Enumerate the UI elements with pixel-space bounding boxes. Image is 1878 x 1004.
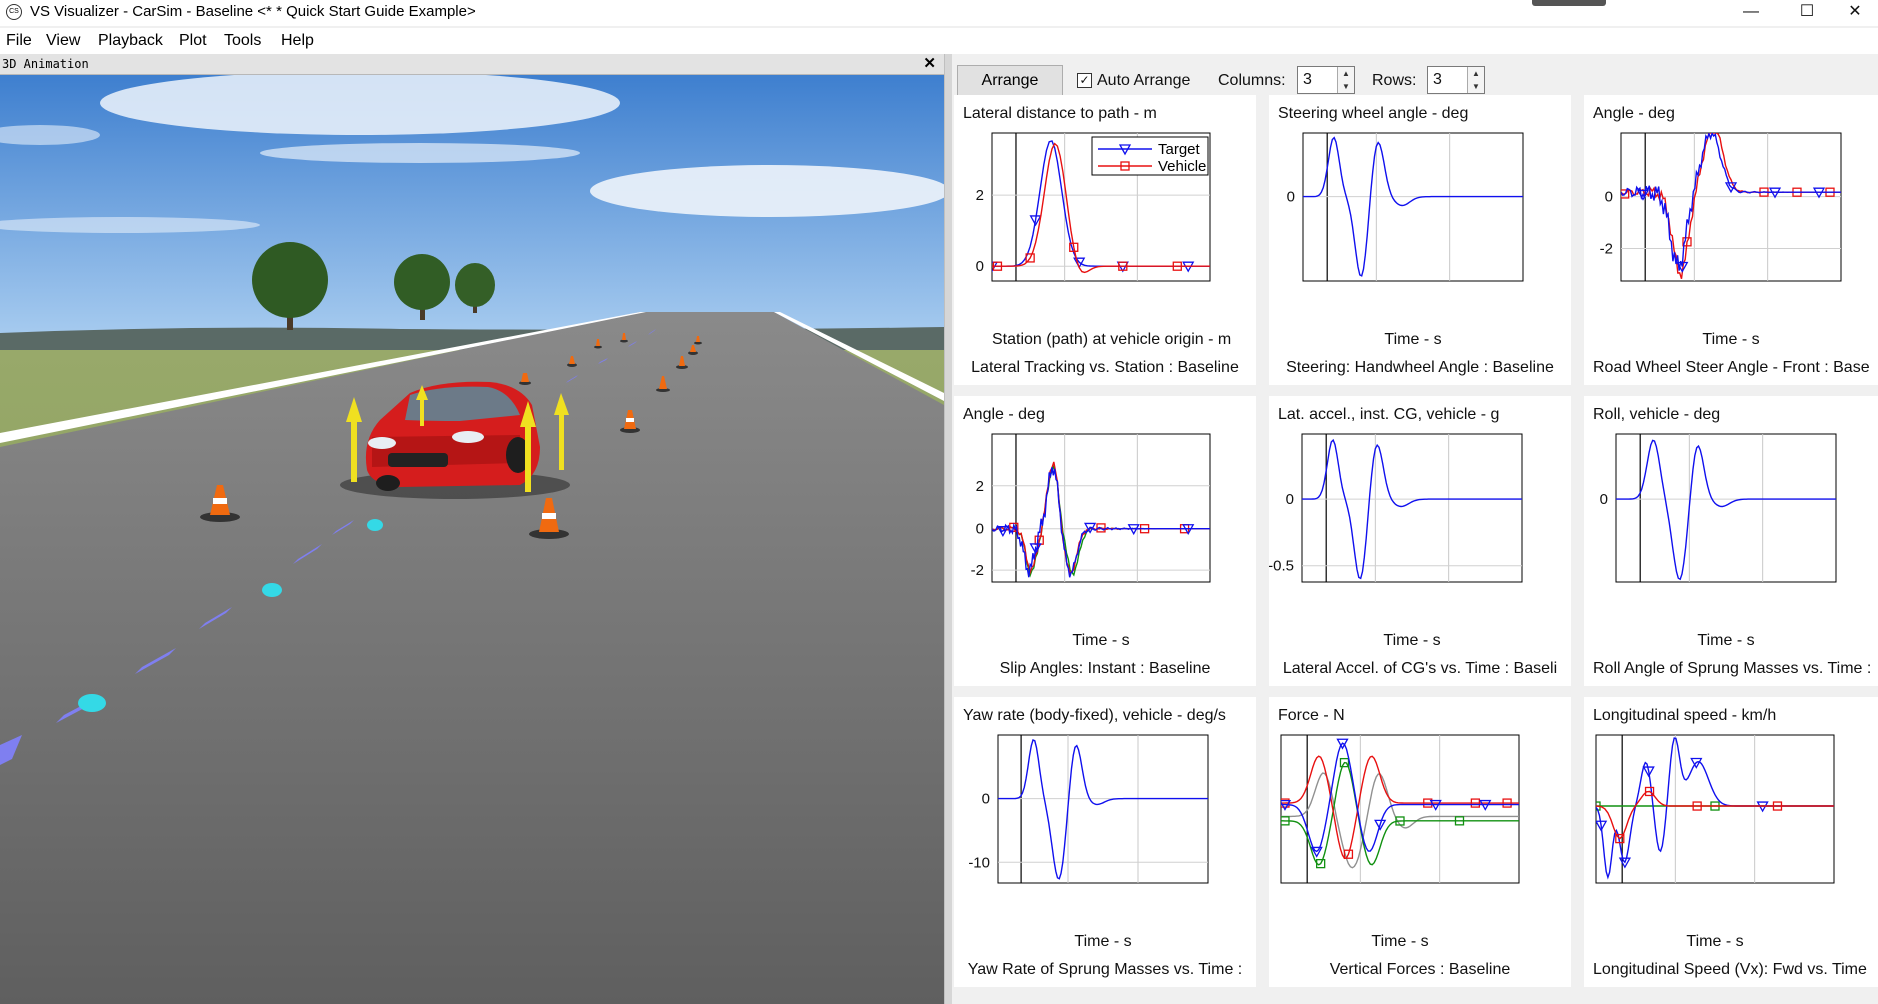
plot-frame (1302, 132, 1524, 282)
columns-down-icon[interactable]: ▼ (1337, 80, 1354, 93)
plot-panel[interactable]: Yaw rate (body-fixed), vehicle - deg/s Ti… (954, 697, 1256, 987)
rows-spinner[interactable]: 3 ▲ ▼ (1427, 66, 1485, 94)
plot-area: 0 -10 (968, 734, 1209, 884)
plot-frame (1595, 734, 1835, 884)
plot-x-axis-label: Time - s (1072, 632, 1130, 649)
y-tick-label: 0 (1600, 491, 1608, 508)
y-tick-label: -0.5 (1269, 558, 1294, 575)
plot-area: 2 0 TargetVehicle (976, 132, 1211, 282)
y-tick-label: 2 (976, 478, 984, 495)
plot-caption: Road Wheel Steer Angle - Front : Base (1593, 359, 1870, 376)
plot-panel[interactable]: Lat. accel., inst. CG, vehicle - g Time -… (1269, 396, 1571, 686)
legend-vehicle-label: Vehicle (1158, 158, 1206, 175)
plot-area (1595, 734, 1835, 884)
plot-x-axis-label: Time - s (1686, 933, 1744, 950)
plot-caption: Steering: Handwheel Angle : Baseline (1286, 359, 1554, 376)
plot-caption: Roll Angle of Sprung Masses vs. Time : (1593, 660, 1872, 677)
plot-area: 0 (1287, 132, 1524, 282)
plot-panel[interactable]: Steering wheel angle - deg Time - s Steeri… (1269, 95, 1571, 385)
plot-frame (1301, 433, 1523, 583)
plot-area: 0 -0.5 (1269, 433, 1523, 583)
plot-x-axis-label: Time - s (1702, 331, 1760, 348)
columns-value: 3 (1303, 71, 1312, 88)
close-icon[interactable]: ✕ (1832, 0, 1878, 26)
plot-area (1280, 734, 1520, 884)
y-tick-label: 0 (1605, 189, 1613, 206)
plot-area: 0 -2 (1600, 132, 1842, 282)
plot-caption: Vertical Forces : Baseline (1329, 961, 1511, 978)
plot-caption: Yaw Rate of Sprung Masses vs. Time : (967, 961, 1243, 978)
plot-panel[interactable]: Force - N Time - s Vertical Forces : Basel… (1269, 697, 1571, 987)
plot-area: 2 0 -2 (971, 433, 1211, 583)
menu-tools[interactable]: Tools (224, 32, 261, 50)
columns-label: Columns: (1218, 72, 1286, 89)
plot-caption: Slip Angles: Instant : Baseline (999, 660, 1211, 677)
menu-plot[interactable]: Plot (179, 32, 207, 50)
carsim-logo-icon: CS (6, 4, 22, 20)
y-tick-label: -10 (968, 854, 990, 871)
plot-panel[interactable]: Angle - deg Time - s Slip Angles: Instant … (954, 396, 1256, 686)
plot-x-axis-label: Time - s (1383, 632, 1441, 649)
y-tick-label: 2 (976, 187, 984, 204)
legend-target-label: Target (1158, 141, 1201, 158)
rows-label: Rows: (1372, 72, 1417, 89)
menu-view[interactable]: View (46, 32, 80, 50)
plot-frame (1620, 132, 1842, 282)
animation-viewport[interactable] (0, 75, 944, 1004)
menu-help[interactable]: Help (281, 32, 314, 50)
title-bar: CS VS Visualizer - CarSim - Baseline <* … (0, 0, 1878, 26)
y-tick-label: 0 (1286, 491, 1294, 508)
plot-x-axis-label: Time - s (1697, 632, 1755, 649)
y-tick-label: 0 (982, 791, 990, 808)
plot-pane: Arrange ✓ Auto Arrange Columns: 3 ▲ ▼ Ro… (952, 54, 1878, 1004)
auto-arrange-checkbox[interactable]: ✓ (1077, 73, 1092, 88)
title-bar-tab (1532, 0, 1606, 6)
rows-down-icon[interactable]: ▼ (1467, 80, 1484, 93)
plot-panel[interactable]: Longitudinal speed - km/h Time - s Longitu… (1584, 697, 1878, 987)
plot-legend: TargetVehicle (1091, 136, 1209, 176)
plot-caption: Longitudinal Speed (Vx): Fwd vs. Time (1593, 961, 1867, 978)
plot-panel[interactable]: Angle - deg Time - s Road Wheel Steer Angl… (1584, 95, 1878, 385)
window-title: VS Visualizer - CarSim - Baseline <* * Q… (30, 3, 476, 20)
rows-up-icon[interactable]: ▲ (1467, 67, 1484, 81)
plot-x-axis-label: Station (path) at vehicle origin - m (992, 331, 1232, 348)
close-animation-icon[interactable]: ✕ (923, 54, 936, 72)
plot-panel[interactable]: Roll, vehicle - deg Time - s Roll Angle of… (1584, 396, 1878, 686)
plot-caption: Lateral Accel. of CG's vs. Time : Baseli (1282, 660, 1558, 677)
plot-x-axis-label: Time - s (1371, 933, 1429, 950)
menu-file[interactable]: File (6, 32, 32, 50)
menu-playback[interactable]: Playback (98, 32, 163, 50)
y-tick-label: 0 (976, 258, 984, 275)
arrange-button[interactable]: Arrange (957, 65, 1063, 97)
rows-value: 3 (1433, 71, 1442, 88)
plot-x-axis-label: Time - s (1074, 933, 1132, 950)
animation-title: 3D Animation (2, 57, 89, 71)
plot-x-axis-label: Time - s (1384, 331, 1442, 348)
y-tick-label: -2 (1600, 240, 1613, 257)
menu-bar: File View Playback Plot Tools Help (0, 28, 1878, 54)
columns-up-icon[interactable]: ▲ (1337, 67, 1354, 81)
plot-caption: Lateral Tracking vs. Station : Baseline (971, 359, 1239, 376)
y-tick-label: 0 (1287, 189, 1295, 206)
y-tick-label: -2 (971, 562, 984, 579)
auto-arrange-label: Auto Arrange (1097, 72, 1191, 89)
y-tick-label: 0 (976, 521, 984, 538)
plot-area: 0 (1600, 433, 1837, 583)
maximize-icon[interactable]: ☐ (1784, 0, 1830, 26)
plot-panel[interactable]: Lateral distance to path - m Station (pat… (954, 95, 1256, 385)
minimize-icon[interactable]: — (1728, 0, 1774, 26)
columns-spinner[interactable]: 3 ▲ ▼ (1297, 66, 1355, 94)
animation-header: 3D Animation ✕ (0, 54, 944, 75)
